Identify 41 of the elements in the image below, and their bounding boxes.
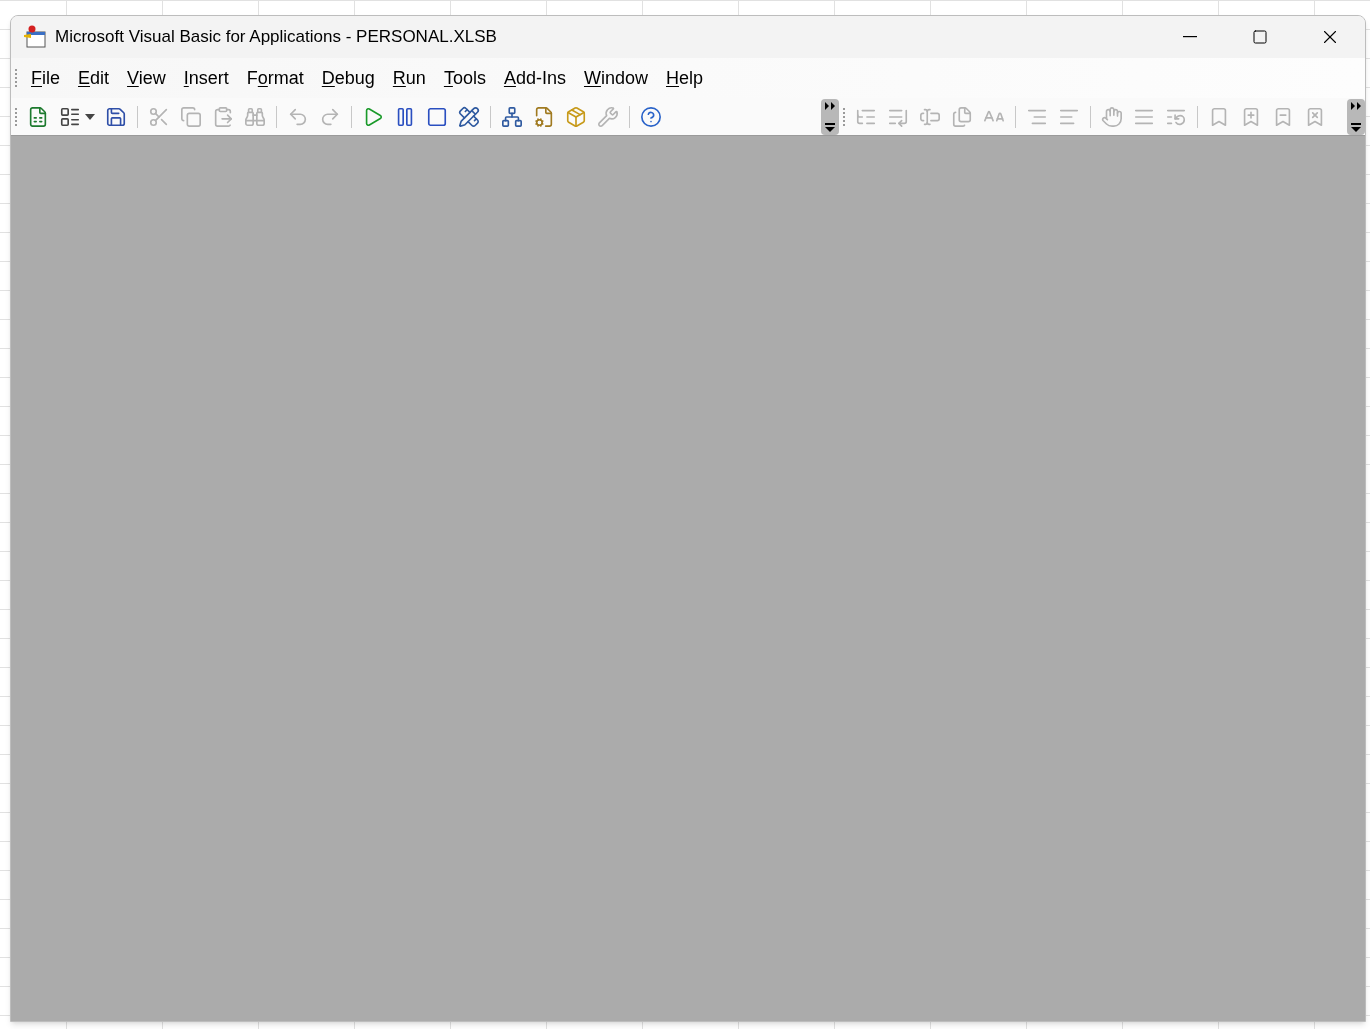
toolbar-options-button[interactable] (1347, 98, 1365, 135)
properties-icon (533, 105, 555, 128)
menu-item[interactable]: File (22, 63, 69, 93)
hand-icon (1101, 105, 1123, 128)
ruler-pencil-icon (458, 105, 480, 128)
menu-item[interactable]: Run (383, 63, 435, 93)
help-icon (640, 105, 662, 128)
form-window-icon (59, 105, 81, 128)
paste-icon (212, 105, 234, 128)
toolbar-grip[interactable] (15, 107, 18, 126)
tools-icon (597, 105, 619, 128)
cut-icon (148, 105, 170, 128)
menu-item[interactable]: Edit (69, 63, 119, 93)
toolbar-options-button[interactable] (821, 98, 839, 135)
save-icon (105, 105, 127, 128)
menu-item[interactable]: Debug (312, 63, 384, 93)
overflow-chevrons-icon (824, 101, 836, 110)
maximize-icon (1252, 29, 1268, 45)
find-icon (244, 105, 266, 128)
menu-item[interactable]: Window (574, 63, 657, 93)
minimize-icon (1183, 36, 1197, 38)
menu-item[interactable]: Add-Ins (494, 63, 575, 93)
overflow-chevrons-icon (1350, 101, 1362, 110)
stop-icon (426, 105, 448, 128)
copy-icon (180, 105, 202, 128)
menu-item[interactable]: View (118, 63, 175, 93)
spreadsheet-icon (27, 105, 49, 128)
pages-icon (951, 105, 973, 128)
menu-item[interactable]: Tools (434, 63, 495, 93)
dropdown-caret-icon (824, 122, 836, 132)
dropdown-caret-icon (1350, 122, 1362, 132)
toolbar-grip[interactable] (843, 107, 846, 126)
toolbar-grip[interactable] (15, 69, 18, 87)
menu-item[interactable]: Format (237, 63, 313, 93)
app-icon (23, 25, 47, 49)
menu-item[interactable]: Insert (174, 63, 238, 93)
project-tree-icon (501, 105, 523, 128)
window-title: Microsoft Visual Basic for Applications - PERSONAL.XLSB (55, 26, 497, 49)
dropdown-caret-icon (85, 113, 95, 120)
box-icon (565, 105, 587, 128)
menu-item[interactable]: Help (657, 63, 713, 93)
